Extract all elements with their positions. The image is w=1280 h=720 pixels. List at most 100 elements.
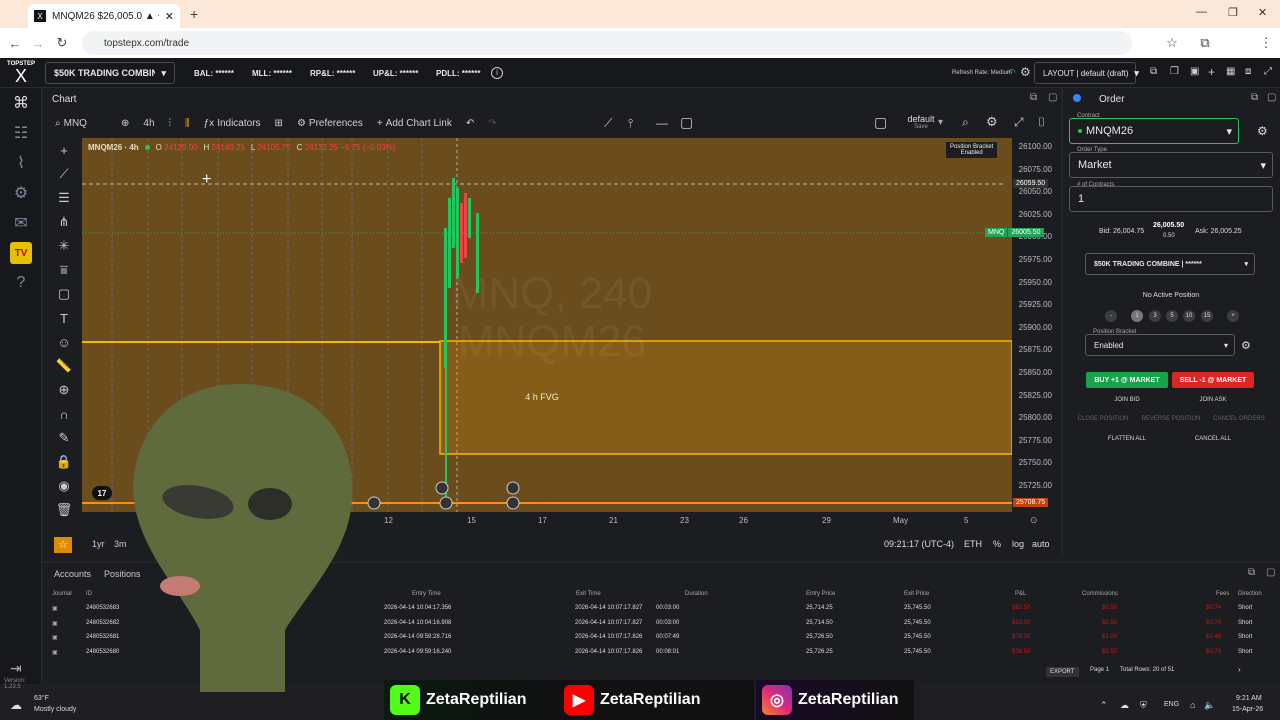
table-header-cell[interactable]: Duration — [685, 591, 708, 597]
contracts-input[interactable]: 1 — [1069, 186, 1273, 212]
event-marker-icon[interactable] — [439, 496, 453, 510]
event-marker-icon[interactable] — [367, 496, 381, 510]
table-header-cell[interactable]: Entry Price — [806, 591, 835, 597]
range-1y-button[interactable]: 1yr — [92, 539, 105, 549]
add-panel-icon[interactable]: + — [1208, 65, 1215, 79]
chevron-down-icon[interactable]: ▾ — [938, 117, 943, 128]
hline-tool-icon[interactable]: — — [656, 116, 668, 130]
browser-tab[interactable]: X MNQM26 $26,005.0 ▲ +0.03% ✕ — [28, 4, 180, 28]
table-header-cell[interactable]: Fees — [1216, 591, 1229, 597]
new-tab-icon[interactable]: + — [190, 6, 198, 22]
price-axis[interactable]: 26100.0026075.0026050.0026025.0026000.00… — [1012, 138, 1058, 512]
trash-icon[interactable]: 🗑 — [50, 498, 78, 522]
chart-fullscreen-icon[interactable]: ⤢ — [1014, 115, 1024, 130]
nav-tradingview-icon[interactable]: TV — [0, 238, 42, 268]
bracket-settings-icon[interactable]: ⚙ — [1241, 339, 1251, 352]
grid-icon[interactable]: ▦ — [1226, 66, 1235, 77]
nav-chart-icon[interactable]: ⌘ — [0, 88, 42, 118]
qty-button[interactable]: - — [1105, 310, 1117, 322]
info-icon[interactable]: i — [491, 67, 503, 79]
pitchfork-icon[interactable]: ⋔ — [50, 210, 78, 234]
redo-icon[interactable]: ↷ — [483, 112, 501, 134]
qty-button[interactable]: 15 — [1201, 310, 1213, 322]
contract-select[interactable]: MNQM26 ▾ — [1069, 118, 1239, 144]
contract-settings-icon[interactable]: ⚙ — [1257, 124, 1268, 138]
table-header-cell[interactable]: Journal — [52, 591, 72, 597]
order-panel-expand-icon[interactable]: ⧉ — [1251, 92, 1258, 103]
indicators-button[interactable]: ƒx Indicators — [199, 112, 266, 134]
account-selector[interactable]: $50K TRADING COMBINE | *... ▾ — [45, 62, 175, 84]
order-account-select[interactable]: $50K TRADING COMBINE | ****** ▾ — [1085, 253, 1255, 275]
order-type-select[interactable]: Market ▾ — [1069, 152, 1273, 178]
cancel-all-button[interactable]: CANCEL ALL — [1173, 432, 1253, 446]
fullscreen-icon[interactable]: ⤢ — [1264, 66, 1272, 77]
trendline-tool-icon[interactable]: ⟋ — [604, 116, 612, 131]
qty-button[interactable]: + — [1227, 310, 1239, 322]
tab-close-icon[interactable]: ✕ — [165, 10, 174, 23]
table-header-cell[interactable]: Exit Time — [576, 591, 601, 597]
fib-icon[interactable]: ⩸ — [50, 258, 78, 282]
position-bracket-badge[interactable]: Position Bracket Enabled — [946, 142, 998, 158]
extensions-icon[interactable]: ⧉ — [1195, 33, 1215, 53]
reverse-position-button[interactable]: REVERSE POSITION — [1139, 412, 1203, 426]
row-journal-icon[interactable]: ▣ — [52, 634, 58, 641]
candles-icon[interactable]: ⫼ — [180, 112, 195, 134]
table-expand-icon[interactable]: ⧉ — [1248, 567, 1255, 578]
next-page-icon[interactable]: › — [1238, 665, 1241, 674]
rectangle-icon[interactable]: ▢ — [50, 282, 78, 306]
undo-icon[interactable]: ↶ — [461, 112, 479, 134]
compare-add-icon[interactable]: ⊕ — [116, 112, 134, 134]
table-header-cell[interactable]: Direction — [1238, 591, 1262, 597]
export-button[interactable]: EXPORT — [1046, 667, 1079, 677]
table-header-cell[interactable]: Commissions — [1082, 591, 1118, 597]
event-marker-icon[interactable] — [506, 481, 520, 495]
tray-chevron-icon[interactable]: ⌃ — [1100, 700, 1108, 711]
popout-icon[interactable]: ⧈ — [1245, 66, 1251, 77]
tray-lang[interactable]: ENG — [1164, 701, 1179, 708]
ruler-icon[interactable]: 📏 — [50, 354, 78, 378]
tray-cloud-icon[interactable]: ☁ — [1120, 700, 1129, 711]
forward-icon[interactable]: → — [28, 33, 48, 53]
nav-analytics-icon[interactable]: ⌇ — [0, 148, 42, 178]
event-marker-icon[interactable] — [506, 496, 520, 510]
trendline-icon[interactable]: ⟋ — [50, 162, 78, 186]
symbol-search[interactable]: ⌕ MNQ — [50, 112, 112, 134]
stay-in-drawing-icon[interactable]: ✎ — [50, 426, 78, 450]
window-minimize-icon[interactable]: — — [1196, 6, 1207, 18]
camera-icon[interactable]: ⌷ — [1038, 115, 1045, 130]
nav-settings-icon[interactable]: ⚙ — [0, 178, 42, 208]
join-bid-button[interactable]: JOIN BID — [1087, 393, 1167, 407]
bid-price[interactable]: Bid: 26,004.75 — [1099, 228, 1144, 235]
favorite-star-icon[interactable]: ☆ — [54, 537, 72, 553]
nav-chat-icon[interactable]: ✉ — [0, 208, 42, 238]
reload-icon[interactable]: ↻ — [52, 33, 72, 53]
zoom-in-icon[interactable]: ⊕ — [50, 378, 78, 402]
preferences-button[interactable]: ⚙ Preferences — [292, 112, 368, 134]
tray-shield-icon[interactable]: ⛨ — [1140, 700, 1147, 711]
auto-toggle[interactable]: auto — [1032, 539, 1050, 549]
qty-button[interactable]: 5 — [1166, 310, 1178, 322]
buy-market-button[interactable]: BUY +1 @ MARKET — [1086, 372, 1168, 388]
bracket-select[interactable]: Enabled ▾ — [1085, 334, 1235, 356]
chart-settings-icon[interactable]: ⚙ — [986, 114, 998, 130]
tab-accounts[interactable]: Accounts — [54, 569, 91, 579]
order-panel-close-icon[interactable]: ▢ — [1267, 92, 1276, 103]
qty-button[interactable]: 10 — [1183, 310, 1195, 322]
back-icon[interactable]: ← — [5, 33, 25, 53]
templates-icon[interactable]: ⊞ — [270, 112, 288, 134]
logout-icon[interactable]: ⇥ — [10, 660, 22, 677]
lock-icon[interactable]: 🔒 — [50, 450, 78, 474]
emoji-icon[interactable]: ☺ — [50, 330, 78, 354]
tray-network-icon[interactable]: ⌂ — [1190, 700, 1195, 710]
rect-tool-icon[interactable]: ▢ — [680, 114, 693, 131]
panel-close-icon[interactable]: ▢ — [1048, 92, 1057, 103]
sell-market-button[interactable]: SELL -1 @ MARKET — [1172, 372, 1254, 388]
url-field[interactable]: topstepx.com/trade — [82, 31, 1132, 55]
settings-gear-icon[interactable]: ⚙ — [1020, 65, 1031, 79]
table-header-cell[interactable]: ID — [86, 591, 92, 597]
copy-icon[interactable]: ❐ — [1170, 66, 1179, 77]
interval-button[interactable]: 4h — [138, 112, 159, 134]
table-header-cell[interactable]: Exit Price — [904, 591, 929, 597]
layout-tool-icon[interactable]: ⧉ — [1150, 66, 1157, 77]
horizontal-lines-icon[interactable]: ☰ — [50, 186, 78, 210]
